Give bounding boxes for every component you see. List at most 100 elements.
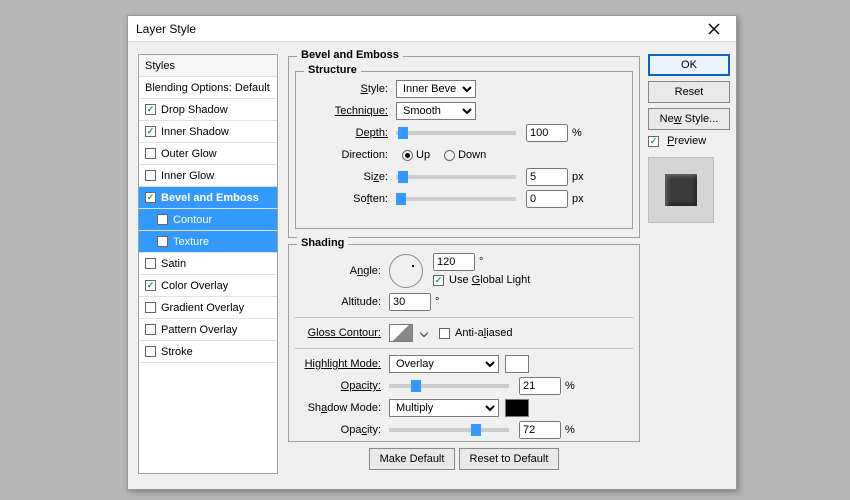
style-checkbox[interactable] (145, 258, 156, 269)
styles-list: Styles Blending Options: Default Drop Sh… (138, 54, 278, 474)
style-item-bevel-and-emboss[interactable]: Bevel and Emboss (139, 187, 277, 209)
right-panel: OK Reset New Style... Preview (648, 54, 730, 223)
style-checkbox[interactable] (145, 126, 156, 137)
highlight-mode-select[interactable]: Overlay (389, 355, 499, 373)
direction-up-radio[interactable] (402, 150, 413, 161)
highlight-color-swatch[interactable] (505, 355, 529, 373)
preview-swatch (648, 157, 714, 223)
style-item-label: Satin (161, 258, 186, 270)
global-light-checkbox[interactable] (433, 275, 444, 286)
depth-input[interactable] (526, 124, 568, 142)
angle-input[interactable] (433, 253, 475, 271)
style-checkbox[interactable] (145, 148, 156, 159)
soften-label: Soften: (302, 193, 388, 205)
style-item-label: Gradient Overlay (161, 302, 244, 314)
highlight-opacity-slider[interactable] (389, 384, 509, 388)
style-checkbox[interactable] (145, 280, 156, 291)
reset-button[interactable]: Reset (648, 81, 730, 103)
style-checkbox[interactable] (157, 214, 168, 225)
shadow-color-swatch[interactable] (505, 399, 529, 417)
angle-deg: ° (479, 256, 483, 268)
direction-label: Direction: (302, 149, 388, 161)
shadow-opacity-unit: % (565, 424, 575, 436)
style-item-label: Stroke (161, 346, 193, 358)
ok-button[interactable]: OK (648, 54, 730, 76)
style-item-label: Outer Glow (161, 148, 217, 160)
antialias-checkbox[interactable] (439, 328, 450, 339)
highlight-opacity-unit: % (565, 380, 575, 392)
angle-dial[interactable] (389, 254, 423, 288)
altitude-input[interactable] (389, 293, 431, 311)
make-default-button[interactable]: Make Default (369, 448, 456, 470)
style-item-label: Color Overlay (161, 280, 228, 292)
reset-to-default-button[interactable]: Reset to Default (459, 448, 560, 470)
new-style-button[interactable]: New Style... (648, 108, 730, 130)
shadow-opacity-slider[interactable] (389, 428, 509, 432)
style-item-gradient-overlay[interactable]: Gradient Overlay (139, 297, 277, 319)
size-input[interactable] (526, 168, 568, 186)
shadow-mode-label: Shadow Mode: (295, 402, 381, 414)
style-item-satin[interactable]: Satin (139, 253, 277, 275)
dialog-title: Layer Style (136, 22, 196, 36)
style-item-pattern-overlay[interactable]: Pattern Overlay (139, 319, 277, 341)
style-item-color-overlay[interactable]: Color Overlay (139, 275, 277, 297)
preview-checkbox[interactable] (648, 136, 659, 147)
shadow-opacity-label: Opacity: (295, 424, 381, 436)
depth-slider[interactable] (396, 131, 516, 135)
styles-header[interactable]: Styles (139, 55, 277, 77)
soften-input[interactable] (526, 190, 568, 208)
depth-label: Depth: (302, 127, 388, 139)
highlight-opacity-input[interactable] (519, 377, 561, 395)
style-item-label: Bevel and Emboss (161, 192, 259, 204)
highlight-opacity-label: Opacity: (295, 380, 381, 392)
altitude-deg: ° (435, 296, 439, 308)
size-unit: px (572, 171, 584, 183)
style-item-label: Inner Glow (161, 170, 214, 182)
depth-unit: % (572, 127, 582, 139)
style-checkbox[interactable] (157, 236, 168, 247)
chevron-down-icon[interactable] (420, 329, 428, 337)
size-slider[interactable] (396, 175, 516, 179)
style-checkbox[interactable] (145, 324, 156, 335)
direction-down-radio[interactable] (444, 150, 455, 161)
technique-select[interactable]: Smooth (396, 102, 476, 120)
style-label: Style: (302, 83, 388, 95)
structure-legend: Structure (304, 64, 361, 76)
style-checkbox[interactable] (145, 104, 156, 115)
global-light-label: Use Global Light (449, 274, 530, 286)
style-checkbox[interactable] (145, 346, 156, 357)
style-item-label: Drop Shadow (161, 104, 228, 116)
blending-options[interactable]: Blending Options: Default (139, 77, 277, 99)
style-item-drop-shadow[interactable]: Drop Shadow (139, 99, 277, 121)
close-button[interactable] (700, 19, 728, 39)
titlebar: Layer Style (128, 16, 736, 42)
direction-up-label: Up (416, 149, 430, 161)
layer-style-dialog: Layer Style Styles Blending Options: Def… (127, 15, 737, 490)
shadow-mode-select[interactable]: Multiply (389, 399, 499, 417)
style-item-stroke[interactable]: Stroke (139, 341, 277, 363)
style-item-contour[interactable]: Contour (139, 209, 277, 231)
style-item-label: Texture (173, 236, 209, 248)
gloss-contour-picker[interactable] (389, 324, 413, 342)
style-checkbox[interactable] (145, 192, 156, 203)
style-item-texture[interactable]: Texture (139, 231, 277, 253)
altitude-label: Altitude: (295, 296, 381, 308)
soften-slider[interactable] (396, 197, 516, 201)
style-checkbox[interactable] (145, 170, 156, 181)
panel-title: Bevel and Emboss (297, 49, 403, 61)
direction-down-label: Down (458, 149, 486, 161)
style-checkbox[interactable] (145, 302, 156, 313)
style-item-inner-glow[interactable]: Inner Glow (139, 165, 277, 187)
antialias-label: Anti-aliased (455, 327, 513, 339)
style-item-outer-glow[interactable]: Outer Glow (139, 143, 277, 165)
style-select[interactable]: Inner Bevel (396, 80, 476, 98)
bevel-emboss-panel: Bevel and Emboss Structure Style: Inner … (288, 56, 640, 476)
angle-label: Angle: (295, 265, 381, 277)
soften-unit: px (572, 193, 584, 205)
gloss-contour-label: Gloss Contour: (295, 327, 381, 339)
shadow-opacity-input[interactable] (519, 421, 561, 439)
style-item-label: Contour (173, 214, 212, 226)
style-item-inner-shadow[interactable]: Inner Shadow (139, 121, 277, 143)
style-item-label: Pattern Overlay (161, 324, 237, 336)
shading-legend: Shading (297, 237, 348, 249)
